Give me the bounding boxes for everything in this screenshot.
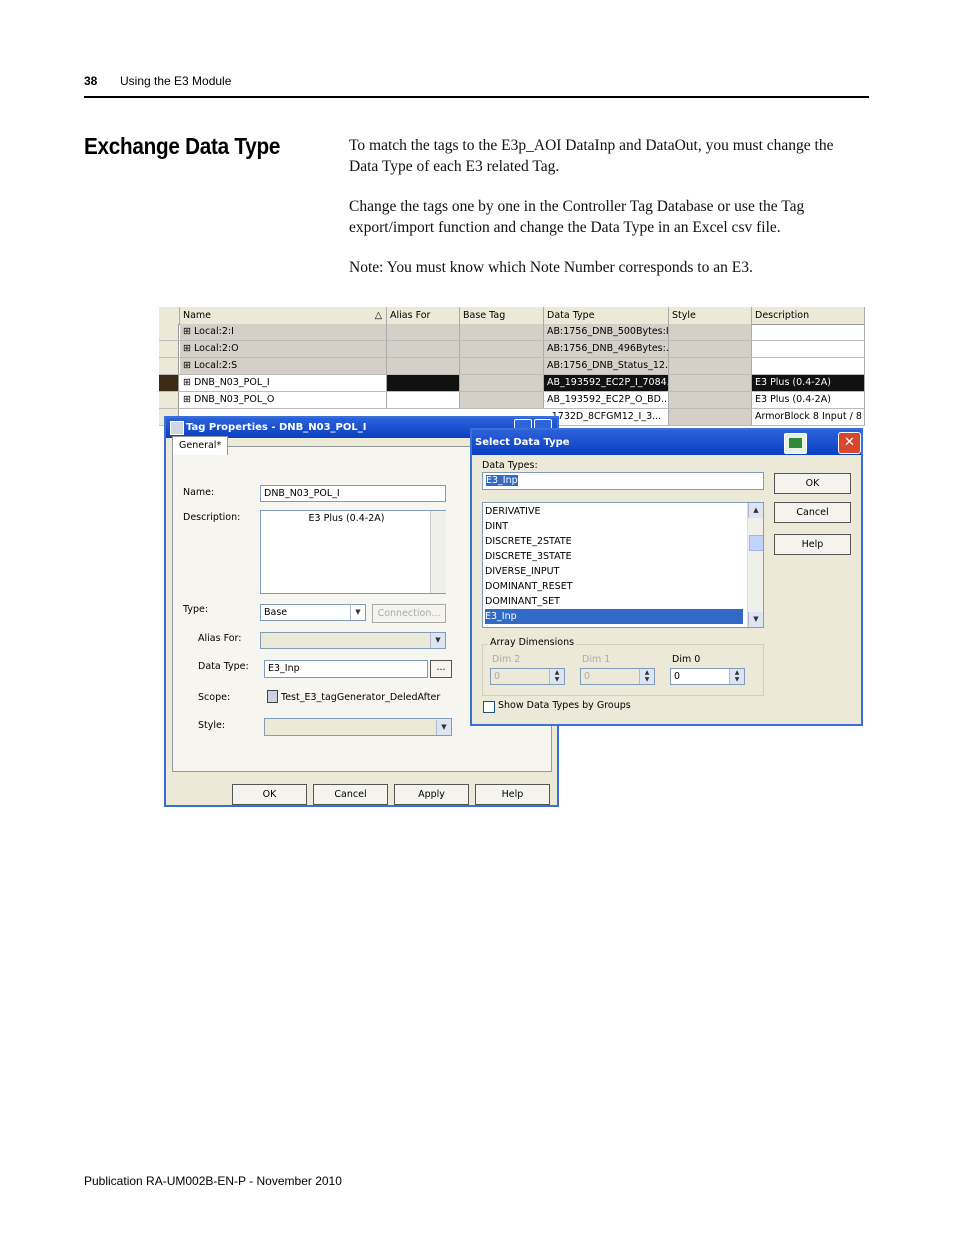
controller-icon: [267, 690, 278, 703]
table-row[interactable]: ⊞ DNB_N03_POL_I AB_193592_EC2P_I_7084...…: [159, 375, 865, 392]
running-header: Using the E3 Module: [120, 74, 232, 88]
tag-grid-header: Name △ Alias For Base Tag Data Type Style…: [159, 307, 865, 325]
scroll-thumb[interactable]: [749, 535, 763, 551]
scroll-down-icon[interactable]: ▼: [748, 612, 763, 627]
header-rule: [84, 96, 869, 98]
show-groups-label: Show Data Types by Groups: [498, 700, 631, 711]
list-item[interactable]: DISCRETE_2STATE: [485, 534, 572, 549]
data-type-label: Data Type:: [198, 661, 249, 672]
expand-icon[interactable]: ⊞: [183, 377, 191, 388]
type-select[interactable]: Base ▼: [260, 604, 366, 621]
cancel-button[interactable]: Cancel: [313, 784, 388, 805]
tab-general[interactable]: General*: [172, 436, 229, 455]
paragraph-3: Note: You must know which Note Number co…: [349, 259, 753, 276]
help-button[interactable]: Help: [774, 534, 851, 555]
grid-corner: [159, 307, 180, 324]
list-item-selected[interactable]: E3_Inp: [485, 609, 743, 624]
col-style[interactable]: Style: [669, 307, 752, 324]
spin-icon[interactable]: ▲ ▼: [549, 669, 564, 684]
spin-icon[interactable]: ▲ ▼: [729, 669, 744, 684]
table-row[interactable]: ⊞ Local:2:O AB:1756_DNB_496Bytes:...: [159, 341, 865, 358]
list-item[interactable]: DIVERSE_INPUT: [485, 564, 559, 579]
list-item[interactable]: DOMINANT_SET: [485, 594, 560, 609]
page-number: 38: [84, 74, 98, 88]
data-type-list[interactable]: DERIVATIVE DINT DISCRETE_2STATE DISCRETE…: [482, 502, 764, 628]
scope-label: Scope:: [198, 692, 231, 703]
tag-icon: [170, 421, 184, 435]
col-base-tag[interactable]: Base Tag: [460, 307, 544, 324]
col-data-type[interactable]: Data Type: [544, 307, 669, 324]
style-label: Style:: [198, 720, 226, 731]
sort-up-icon: △: [374, 310, 382, 321]
list-item[interactable]: DOMINANT_RESET: [485, 579, 573, 594]
array-dimensions-label: Array Dimensions: [488, 637, 577, 648]
paragraph-1: To match the tags to the E3p_AOI DataInp…: [349, 137, 834, 175]
description-scrollbar[interactable]: [430, 511, 446, 593]
paragraph-2: Change the tags one by one in the Contro…: [349, 198, 805, 236]
dim2-label: Dim 2: [492, 654, 521, 665]
list-scrollbar[interactable]: ▲ ▼: [747, 503, 763, 627]
col-description[interactable]: Description: [752, 307, 865, 324]
printer-icon[interactable]: [784, 433, 807, 454]
close-icon[interactable]: ✕: [838, 432, 861, 454]
dim1-field[interactable]: 0 ▲ ▼: [580, 668, 655, 685]
data-types-label: Data Types:: [482, 460, 538, 471]
description-field[interactable]: E3 Plus (0.4-2A): [260, 510, 446, 594]
alias-for-select[interactable]: ▼: [260, 632, 446, 649]
dim0-field[interactable]: 0 ▲ ▼: [670, 668, 745, 685]
browse-data-type-button[interactable]: ...: [430, 660, 452, 678]
col-name[interactable]: Name △: [180, 307, 387, 324]
ok-button[interactable]: OK: [232, 784, 307, 805]
dim0-label: Dim 0: [672, 654, 701, 665]
list-item[interactable]: DERIVATIVE: [485, 504, 540, 519]
chevron-down-icon[interactable]: ▼: [350, 605, 365, 620]
expand-icon[interactable]: ⊞: [183, 326, 191, 337]
show-groups-checkbox[interactable]: [483, 701, 495, 713]
type-label: Type:: [183, 604, 209, 615]
dim2-field[interactable]: 0 ▲ ▼: [490, 668, 565, 685]
chevron-down-icon[interactable]: ▼: [430, 633, 445, 648]
data-type-input[interactable]: E3_Inp: [482, 472, 764, 490]
list-item[interactable]: DISCRETE_3STATE: [485, 549, 572, 564]
spin-icon[interactable]: ▲ ▼: [639, 669, 654, 684]
rslogix-screenshot: Name △ Alias For Base Tag Data Type Style…: [159, 307, 865, 807]
section-title: Exchange Data Type: [84, 133, 281, 159]
chevron-down-icon[interactable]: ▼: [436, 720, 451, 735]
expand-icon[interactable]: ⊞: [183, 394, 191, 405]
alias-for-label: Alias For:: [198, 633, 242, 644]
help-button[interactable]: Help: [475, 784, 550, 805]
cancel-button[interactable]: Cancel: [774, 502, 851, 523]
name-field[interactable]: DNB_N03_POL_I: [260, 485, 446, 502]
table-row[interactable]: ⊞ DNB_N03_POL_O AB_193592_EC2P_O_BD... E…: [159, 392, 865, 409]
list-item[interactable]: DINT: [485, 519, 508, 534]
footer-publication: Publication RA-UM002B-EN-P - November 20…: [84, 1174, 342, 1188]
dim1-label: Dim 1: [582, 654, 611, 665]
expand-icon[interactable]: ⊞: [183, 360, 191, 371]
style-select[interactable]: ▼: [264, 718, 452, 736]
name-label: Name:: [183, 487, 215, 498]
col-alias-for[interactable]: Alias For: [387, 307, 460, 324]
description-label: Description:: [183, 512, 241, 523]
connection-button[interactable]: Connection...: [372, 604, 446, 623]
ok-button[interactable]: OK: [774, 473, 851, 494]
data-type-field[interactable]: E3_Inp: [264, 660, 428, 678]
expand-icon[interactable]: ⊞: [183, 343, 191, 354]
scope-value: Test_E3_tagGenerator_DeledAfter: [281, 692, 441, 703]
apply-button[interactable]: Apply: [394, 784, 469, 805]
table-row[interactable]: ⊞ Local:2:I AB:1756_DNB_500Bytes:I:0: [159, 324, 865, 341]
select-data-type-dialog: Select Data Type ✕ Data Types: E3_Inp DE…: [470, 428, 863, 726]
table-row[interactable]: ⊞ Local:2:S AB:1756_DNB_Status_12...: [159, 358, 865, 375]
scroll-up-icon[interactable]: ▲: [748, 503, 763, 518]
